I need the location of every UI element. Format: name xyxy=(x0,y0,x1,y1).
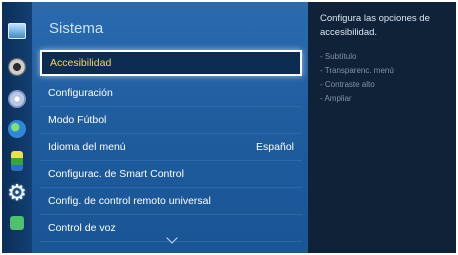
menu-item-label: Modo Fútbol xyxy=(48,114,107,126)
menu-item-label: Accesibilidad xyxy=(50,57,112,69)
list-item: Ampliar xyxy=(320,92,450,106)
menu-item-accesibilidad[interactable]: Accesibilidad xyxy=(40,50,302,76)
disc-icon[interactable] xyxy=(8,90,26,108)
menu-item-label: Control de voz xyxy=(48,222,116,234)
menu-item-label: Configuración xyxy=(48,87,113,99)
speaker-icon[interactable] xyxy=(8,58,26,76)
page-title: Sistema xyxy=(49,20,104,37)
system-menu: Accesibilidad Configuración Modo Fútbol … xyxy=(40,50,302,242)
menu-item-modo-futbol[interactable]: Modo Fútbol xyxy=(40,107,302,134)
menu-item-label: Idioma del menú xyxy=(48,141,126,153)
menu-item-idioma[interactable]: Idioma del menú Español xyxy=(40,134,302,161)
menu-item-value: Español xyxy=(256,141,294,153)
apps-icon[interactable] xyxy=(10,216,24,230)
tv-icon[interactable] xyxy=(8,23,26,39)
description-pane: Configura las opciones de accesibilidad.… xyxy=(308,2,456,253)
list-item: Subtítulo xyxy=(320,50,450,64)
menu-item-label: Config. de control remoto universal xyxy=(48,195,211,207)
description-text: Configura las opciones de accesibilidad. xyxy=(320,13,430,38)
menu-item-label: Configurac. de Smart Control xyxy=(48,168,184,180)
menu-item-configuracion[interactable]: Configuración xyxy=(40,80,302,107)
options-list: Subtítulo Transparenc. menú Contraste al… xyxy=(320,50,450,106)
support-icon[interactable] xyxy=(11,151,23,171)
gear-icon[interactable]: ⚙ xyxy=(6,182,28,204)
tv-settings-screen: ⚙ Sistema Accesibilidad Configuración Mo… xyxy=(2,2,456,253)
system-menu-panel: Sistema Accesibilidad Configuración Modo… xyxy=(32,2,308,253)
list-item: Contraste alto xyxy=(320,78,450,92)
menu-item-control-remoto-universal[interactable]: Config. de control remoto universal xyxy=(40,188,302,215)
list-item: Transparenc. menú xyxy=(320,64,450,78)
category-rail: ⚙ xyxy=(2,2,32,253)
globe-icon[interactable] xyxy=(8,120,26,138)
menu-item-smart-control[interactable]: Configurac. de Smart Control xyxy=(40,161,302,188)
